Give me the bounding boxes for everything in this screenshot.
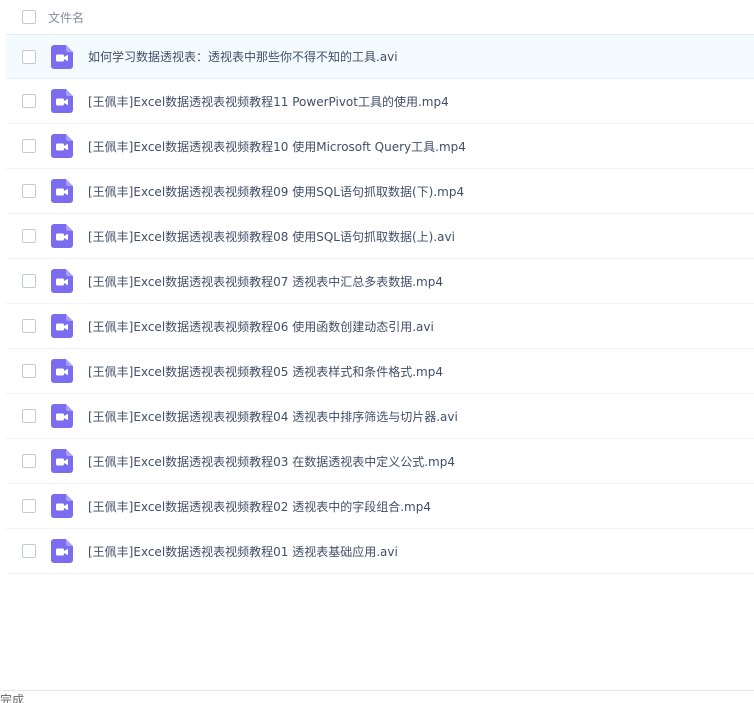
file-name[interactable]: [王佩丰]Excel数据透视表视频教程04 透视表中排序筛选与切片器.avi [88,408,458,425]
video-file-icon [51,539,73,563]
video-file-icon [51,44,73,69]
video-file-icon [51,449,73,473]
file-row-checkbox[interactable] [22,544,36,558]
file-row[interactable]: [王佩丰]Excel数据透视表视频教程04 透视表中排序筛选与切片器.avi [6,394,754,439]
file-name[interactable]: [王佩丰]Excel数据透视表视频教程03 在数据透视表中定义公式.mp4 [88,453,455,470]
video-file-icon [51,269,73,293]
video-file-icon [51,224,73,248]
status-text: 完成 [0,693,25,703]
file-name[interactable]: [王佩丰]Excel数据透视表视频教程11 PowerPivot工具的使用.mp… [88,93,449,110]
file-row-checkbox[interactable] [22,274,36,288]
file-row-checkbox[interactable] [22,454,36,468]
file-name[interactable]: [王佩丰]Excel数据透视表视频教程09 使用SQL语句抓取数据(下).mp4 [88,183,464,200]
file-row-checkbox[interactable] [22,49,36,64]
file-name[interactable]: [王佩丰]Excel数据透视表视频教程06 使用函数创建动态引用.avi [88,318,434,335]
file-list: 如何学习数据透视表：透视表中那些你不得不知的工具.avi [王佩丰]Excel数据… [6,34,754,574]
file-row[interactable]: [王佩丰]Excel数据透视表视频教程07 透视表中汇总多表数据.mp4 [6,259,754,304]
file-row-checkbox[interactable] [22,184,36,198]
file-row[interactable]: [王佩丰]Excel数据透视表视频教程06 使用函数创建动态引用.avi [6,304,754,349]
file-row[interactable]: 如何学习数据透视表：透视表中那些你不得不知的工具.avi [6,34,754,79]
file-row[interactable]: [王佩丰]Excel数据透视表视频教程05 透视表样式和条件格式.mp4 [6,349,754,394]
status-bar: 完成 [0,690,754,703]
file-name[interactable]: [王佩丰]Excel数据透视表视频教程05 透视表样式和条件格式.mp4 [88,363,443,380]
file-row[interactable]: [王佩丰]Excel数据透视表视频教程01 透视表基础应用.avi [6,529,754,574]
file-name[interactable]: [王佩丰]Excel数据透视表视频教程01 透视表基础应用.avi [88,543,398,560]
video-file-icon [51,134,73,158]
file-row[interactable]: [王佩丰]Excel数据透视表视频教程11 PowerPivot工具的使用.mp… [6,79,754,124]
file-name[interactable]: [王佩丰]Excel数据透视表视频教程02 透视表中的字段组合.mp4 [88,498,431,515]
file-row-checkbox[interactable] [22,139,36,153]
file-name[interactable]: [王佩丰]Excel数据透视表视频教程07 透视表中汇总多表数据.mp4 [88,273,443,290]
video-file-icon [51,179,73,203]
file-row[interactable]: [王佩丰]Excel数据透视表视频教程03 在数据透视表中定义公式.mp4 [6,439,754,484]
file-row[interactable]: [王佩丰]Excel数据透视表视频教程09 使用SQL语句抓取数据(下).mp4 [6,169,754,214]
list-header: 文件名 [0,0,754,34]
video-file-icon [51,89,73,113]
file-row-checkbox[interactable] [22,499,36,513]
file-name[interactable]: 如何学习数据透视表：透视表中那些你不得不知的工具.avi [88,48,398,65]
video-file-icon [51,314,73,338]
video-file-icon [51,404,73,428]
file-row[interactable]: [王佩丰]Excel数据透视表视频教程10 使用Microsoft Query工… [6,124,754,169]
file-row-checkbox[interactable] [22,94,36,108]
file-browser: 文件名 如何学习数据透视表：透视表中那些你不得不知的工具.avi [王佩丰]Exc… [0,0,754,703]
file-row-checkbox[interactable] [22,364,36,378]
file-row-checkbox[interactable] [22,319,36,333]
file-row[interactable]: [王佩丰]Excel数据透视表视频教程02 透视表中的字段组合.mp4 [6,484,754,529]
video-file-icon [51,359,73,383]
video-file-icon [51,494,73,518]
select-all-checkbox[interactable] [22,10,36,24]
filename-column-header[interactable]: 文件名 [48,9,84,26]
file-row-checkbox[interactable] [22,409,36,423]
file-name[interactable]: [王佩丰]Excel数据透视表视频教程10 使用Microsoft Query工… [88,138,466,155]
file-row[interactable]: [王佩丰]Excel数据透视表视频教程08 使用SQL语句抓取数据(上).avi [6,214,754,259]
file-name[interactable]: [王佩丰]Excel数据透视表视频教程08 使用SQL语句抓取数据(上).avi [88,228,455,245]
file-row-checkbox[interactable] [22,229,36,243]
